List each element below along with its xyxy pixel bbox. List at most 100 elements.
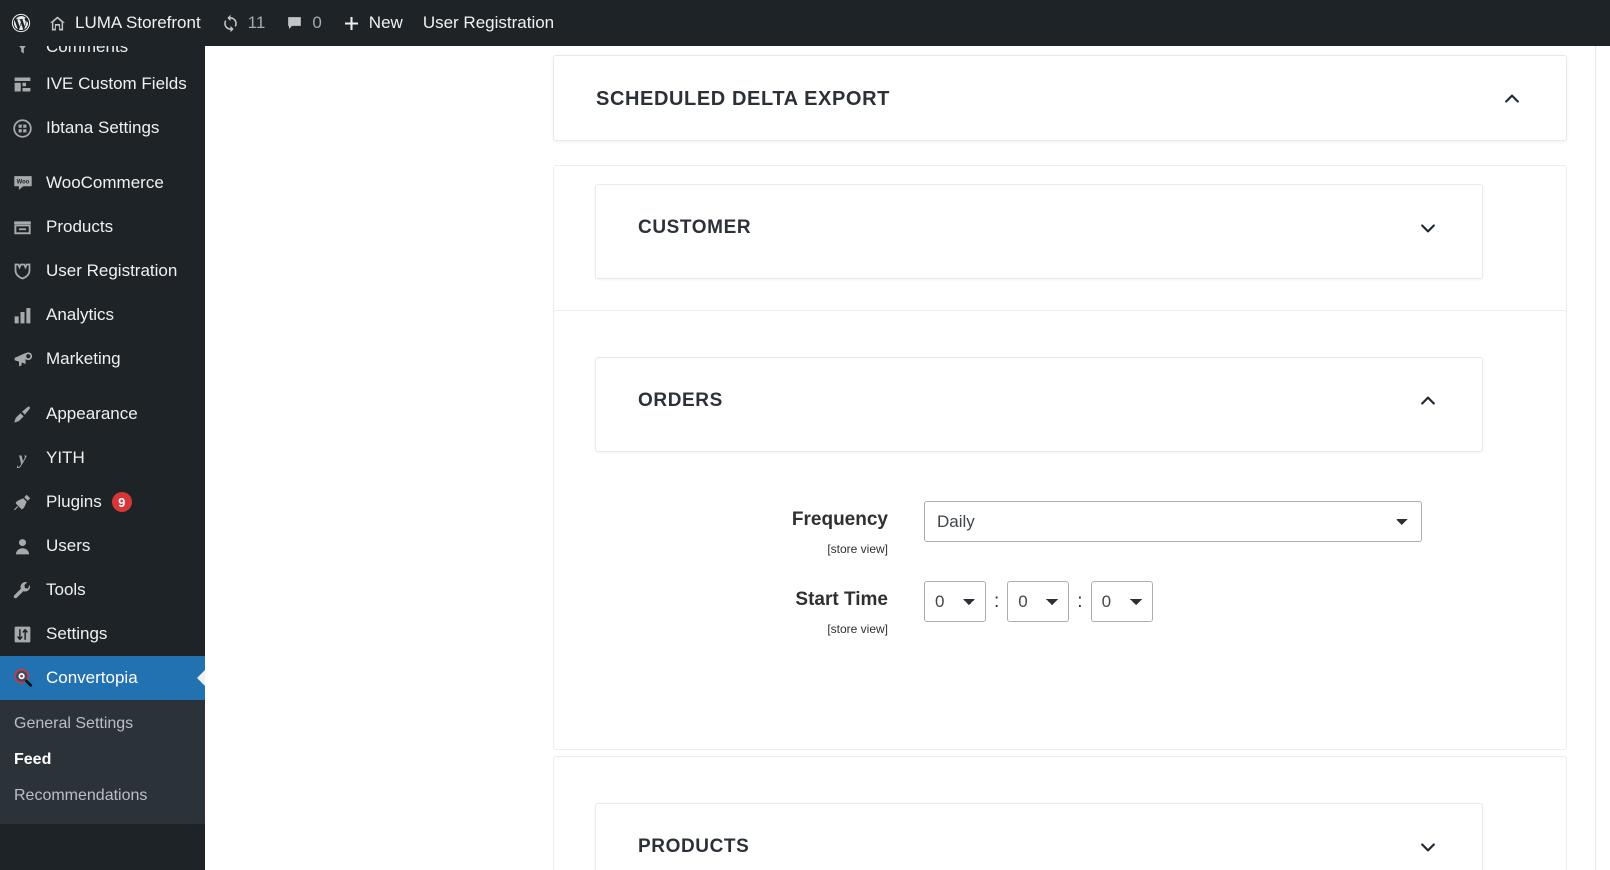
field-label-col-start-time: Start Time [store view] (554, 581, 924, 635)
custom-fields-icon (12, 74, 44, 95)
sidebar-item-analytics[interactable]: Analytics (0, 293, 205, 337)
sidebar-item-woocommerce[interactable]: Woo WooCommerce (0, 161, 205, 205)
sidebar-item-recommendations[interactable]: Recommendations (0, 778, 205, 814)
sidebar-label-ive-custom-fields: IVE Custom Fields (46, 74, 187, 93)
sliders-icon (12, 624, 44, 645)
sidebar-label-marketing: Marketing (46, 349, 121, 368)
updates-icon (221, 14, 240, 33)
sidebar-item-general-settings[interactable]: General Settings (0, 706, 205, 742)
plugins-update-badge: 9 (111, 492, 132, 512)
sidebar-item-plugins[interactable]: Plugins 9 (0, 480, 205, 524)
chevron-down-icon[interactable] (1418, 837, 1438, 857)
panel-orders: Orders (595, 357, 1483, 452)
new-content-button[interactable]: New (332, 0, 413, 46)
sidebar-item-ive-custom-fields[interactable]: IVE Custom Fields (0, 62, 205, 106)
panel-title-orders: Orders (638, 390, 723, 411)
chevron-down-icon[interactable] (1418, 218, 1438, 238)
time-separator-2: : (1077, 590, 1083, 612)
sidebar-item-products[interactable]: Products (0, 205, 205, 249)
sidebar-label-convertopia: Convertopia (46, 668, 138, 687)
chevron-up-icon[interactable] (1502, 89, 1522, 109)
wordpress-logo-button[interactable] (0, 0, 38, 46)
label-frequency: Frequency (791, 509, 888, 530)
user-registration-label: User Registration (422, 13, 555, 32)
megaphone-icon (12, 349, 44, 370)
sidebar-label-plugins: Plugins (46, 492, 102, 511)
sidebar-item-tools[interactable]: Tools (0, 568, 205, 612)
site-name-label: LUMA Storefront (75, 13, 201, 32)
updates-button[interactable]: 11 (211, 0, 276, 46)
page-scrollbar-gutter[interactable] (1595, 46, 1610, 870)
panel-title-scheduled-delta-export: Scheduled Delta Export (596, 87, 890, 110)
user-registration-menu[interactable]: User Registration (413, 0, 564, 46)
start-time-minutes-select[interactable]: 0 (1007, 580, 1070, 622)
sidebar-item-convertopia[interactable]: Convertopia (0, 656, 205, 700)
ibtana-icon (12, 118, 44, 139)
time-separator-1: : (994, 590, 1000, 612)
sidebar-item-feed[interactable]: Feed (0, 742, 205, 778)
convertopia-target-icon (12, 667, 44, 689)
panel-header-orders[interactable]: Orders (596, 358, 1482, 444)
sidebar-label-yith: YITH (46, 448, 85, 467)
svg-text:y: y (17, 448, 27, 468)
menu-separator (0, 150, 205, 161)
updates-count: 11 (247, 13, 266, 32)
sidebar-item-settings[interactable]: Settings (0, 612, 205, 656)
frequency-select[interactable]: Daily Weekly Monthly (924, 501, 1422, 542)
wordpress-logo-icon (10, 12, 32, 34)
comments-icon (12, 46, 44, 58)
start-time-hours-select[interactable]: 0 (924, 580, 986, 622)
new-content-label: New (368, 13, 403, 32)
panel-products: Products (595, 803, 1483, 870)
sidebar-item-yith[interactable]: y YITH (0, 436, 205, 480)
sidebar-item-appearance[interactable]: Appearance (0, 392, 205, 436)
comment-bubble-icon (285, 14, 304, 33)
sidebar-label-user-registration: User Registration (46, 261, 178, 280)
comments-count: 0 (312, 13, 322, 32)
woocommerce-icon: Woo (12, 172, 44, 194)
admin-sidebar-menu: Comments IVE Custom Fields Ibtana Settin… (0, 46, 205, 870)
orders-form: Frequency [store view] Daily Weekly Mont… (554, 501, 1568, 661)
field-row-start-time: Start Time [store view] 0 : 0 : 0 (554, 580, 1568, 635)
scope-note-frequency: [store view] (827, 541, 888, 556)
start-time-seconds-select[interactable]: 0 (1090, 580, 1153, 622)
sidebar-label-woocommerce: WooCommerce (46, 173, 164, 192)
site-name-button[interactable]: LUMA Storefront (38, 0, 211, 46)
group-products: Products (553, 756, 1567, 870)
field-row-frequency: Frequency [store view] Daily Weekly Mont… (554, 501, 1568, 555)
convertopia-submenu: General Settings Feed Recommendations (0, 700, 205, 824)
sidebar-item-marketing[interactable]: Marketing (0, 337, 205, 381)
panel-title-customer: Customer (638, 217, 752, 238)
panel-header-scheduled-delta-export[interactable]: Scheduled Delta Export (554, 56, 1566, 142)
sidebar-label-settings: Settings (46, 624, 108, 643)
admin-bar: LUMA Storefront 11 0 New User Registrati… (0, 0, 1610, 46)
scheduled-delta-export-page: Scheduled Delta Export Customer (513, 46, 1595, 870)
sidebar-label-products: Products (46, 217, 114, 236)
sidebar-item-user-registration[interactable]: User Registration (0, 249, 205, 293)
sidebar-label-analytics: Analytics (46, 305, 115, 324)
label-start-time: Start Time (795, 588, 888, 610)
field-control-start-time: 0 : 0 : 0 (924, 580, 1153, 622)
yith-icon: y (12, 448, 44, 469)
panel-header-products[interactable]: Products (596, 804, 1482, 870)
sidebar-item-comments[interactable]: Comments (0, 46, 205, 62)
sidebar-label-comments: Comments (46, 46, 129, 56)
comments-button[interactable]: 0 (275, 0, 331, 46)
field-control-frequency: Daily Weekly Monthly (924, 501, 1422, 542)
plug-icon (12, 492, 44, 513)
svg-text:Woo: Woo (17, 179, 30, 185)
chevron-up-icon[interactable] (1418, 391, 1438, 411)
sidebar-item-users[interactable]: Users (0, 524, 205, 568)
menu-separator (0, 381, 205, 392)
scope-note-start-time: [store view] (827, 621, 888, 636)
sidebar-label-users: Users (46, 536, 91, 555)
plus-icon (342, 14, 361, 33)
content-area: Scheduled Delta Export Customer (205, 46, 1610, 870)
products-icon (12, 217, 44, 238)
user-registration-icon (12, 261, 44, 282)
wrench-icon (12, 580, 44, 601)
sidebar-label-ibtana-settings: Ibtana Settings (46, 118, 160, 137)
panel-header-customer[interactable]: Customer (596, 185, 1482, 271)
sidebar-item-ibtana-settings[interactable]: Ibtana Settings (0, 106, 205, 150)
home-icon (48, 14, 67, 33)
